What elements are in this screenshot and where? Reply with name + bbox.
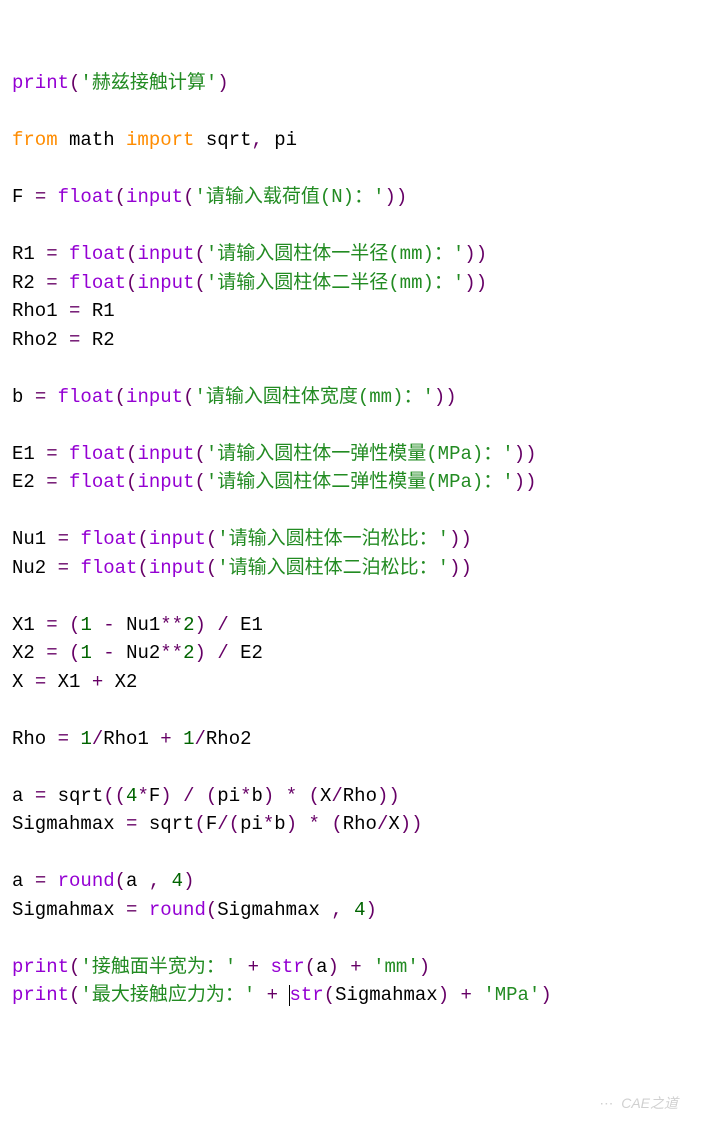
code-line: print('最大接触应力为：' + str(Sigmahmax) + 'MPa… — [12, 984, 552, 1006]
str-nu2: '请输入圆柱体二泊松比：' — [217, 557, 449, 579]
str-title: '赫兹接触计算' — [80, 72, 217, 94]
str-out2b: 'MPa' — [483, 984, 540, 1006]
var-R2: R2 — [12, 272, 35, 294]
code-line: Rho = 1/Rho1 + 1/Rho2 — [12, 728, 252, 750]
code-line: E2 = float(input('请输入圆柱体二弹性模量(MPa)：')) — [12, 471, 537, 493]
str-out2a: '最大接触应力为：' — [80, 984, 255, 1006]
kw-import: import — [126, 129, 194, 151]
var-E1: E1 — [12, 443, 35, 465]
code-line: R2 = float(input('请输入圆柱体二半径(mm)：')) — [12, 272, 487, 294]
var-b: b — [12, 386, 23, 408]
var-Sigmahmax: Sigmahmax — [12, 813, 115, 835]
var-a: a — [12, 785, 23, 807]
code-line: Nu2 = float(input('请输入圆柱体二泊松比：')) — [12, 557, 472, 579]
fn-print: print — [12, 72, 69, 94]
code-line: Sigmahmax = round(Sigmahmax , 4) — [12, 899, 377, 921]
code-line: X1 = (1 - Nu1**2) / E1 — [12, 614, 263, 636]
code-line: a = sqrt((4*F) / (pi*b) * (X/Rho)) — [12, 785, 400, 807]
code-line: X = X1 + X2 — [12, 671, 137, 693]
code-line: from math import sqrt, pi — [12, 129, 297, 151]
str-load: '请输入载荷值(N)：' — [194, 186, 384, 208]
code-line: E1 = float(input('请输入圆柱体一弹性模量(MPa)：')) — [12, 443, 537, 465]
str-r2: '请输入圆柱体二半径(mm)：' — [206, 272, 464, 294]
var-Rho1: Rho1 — [12, 300, 58, 322]
str-e1: '请输入圆柱体一弹性模量(MPa)：' — [206, 443, 514, 465]
code-line: Nu1 = float(input('请输入圆柱体一泊松比：')) — [12, 528, 472, 550]
code-line: F = float(input('请输入载荷值(N)：')) — [12, 186, 407, 208]
var-Nu1: Nu1 — [12, 528, 46, 550]
kw-from: from — [12, 129, 58, 151]
watermark: CAE之道 — [599, 1093, 678, 1114]
code-line: X2 = (1 - Nu2**2) / E2 — [12, 642, 263, 664]
code-line: R1 = float(input('请输入圆柱体一半径(mm)：')) — [12, 243, 487, 265]
code-line: print('赫兹接触计算') — [12, 72, 229, 94]
str-b: '请输入圆柱体宽度(mm)：' — [194, 386, 433, 408]
var-E2: E2 — [12, 471, 35, 493]
code-line: a = round(a , 4) — [12, 870, 194, 892]
var-X2: X2 — [12, 642, 35, 664]
var-Rho: Rho — [12, 728, 46, 750]
str-r1: '请输入圆柱体一半径(mm)：' — [206, 243, 464, 265]
code-line: Rho2 = R2 — [12, 329, 115, 351]
code-block: print('赫兹接触计算') from math import sqrt, p… — [12, 69, 696, 1010]
var-Rho2: Rho2 — [12, 329, 58, 351]
code-line: Rho1 = R1 — [12, 300, 115, 322]
var-F: F — [12, 186, 23, 208]
var-X: X — [12, 671, 23, 693]
str-nu1: '请输入圆柱体一泊松比：' — [217, 528, 449, 550]
code-line: Sigmahmax = sqrt(F/(pi*b) * (Rho/X)) — [12, 813, 423, 835]
var-X1: X1 — [12, 614, 35, 636]
code-line: b = float(input('请输入圆柱体宽度(mm)：')) — [12, 386, 457, 408]
str-e2: '请输入圆柱体二弹性模量(MPa)：' — [206, 471, 514, 493]
mod-math: math — [69, 129, 115, 151]
var-Nu2: Nu2 — [12, 557, 46, 579]
var-R1: R1 — [12, 243, 35, 265]
